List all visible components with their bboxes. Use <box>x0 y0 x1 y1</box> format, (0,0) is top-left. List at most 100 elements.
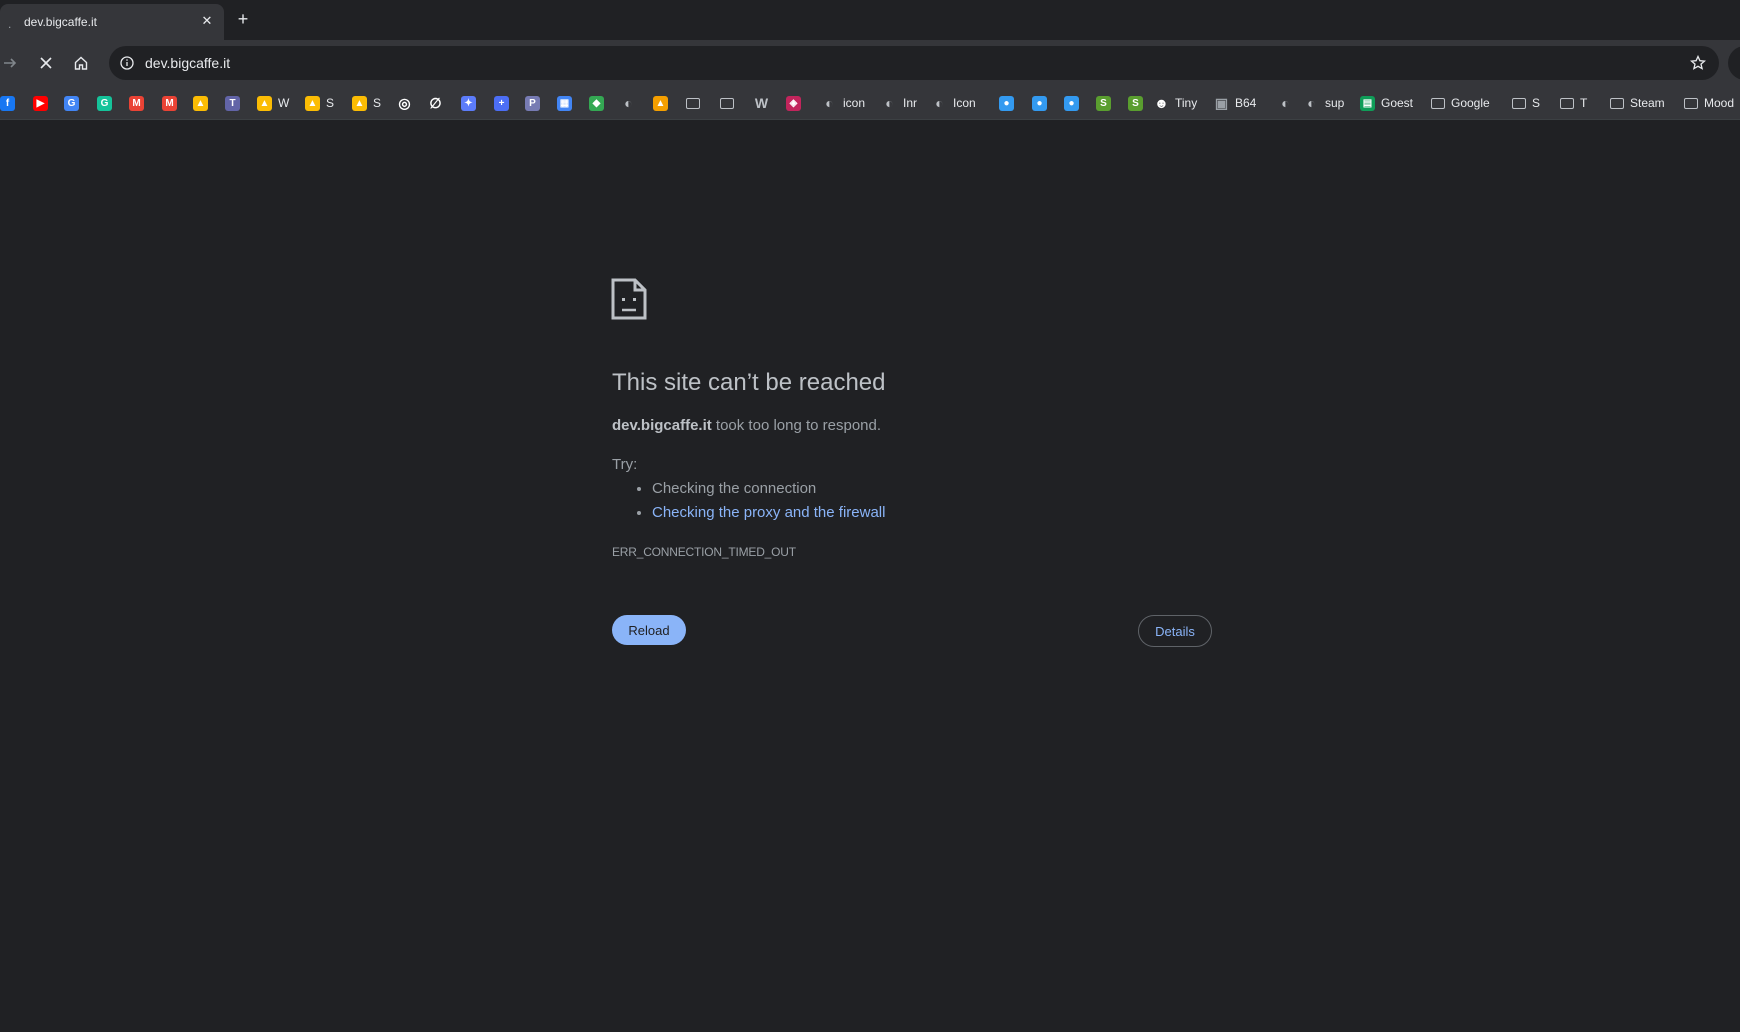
tool-icon: ✦ <box>461 95 476 111</box>
bookmark-item[interactable]: ▦ <box>557 94 572 112</box>
bookmark-label: icon <box>843 96 866 110</box>
address-bar[interactable]: dev.bigcaffe.it <box>109 46 1719 80</box>
profile-avatar[interactable] <box>1728 46 1740 80</box>
bookmark-item[interactable]: ◈ <box>786 94 801 112</box>
reload-button[interactable]: Reload <box>612 615 686 645</box>
bookmark-item[interactable]: ▲ S <box>352 94 381 112</box>
url-text[interactable]: dev.bigcaffe.it <box>145 55 230 71</box>
bookmark-item[interactable]: ◐ <box>1278 94 1293 112</box>
bookmark-label: S <box>326 96 335 110</box>
bookmark-item[interactable]: S <box>1128 94 1143 112</box>
globe-icon: ◐ <box>1307 95 1316 111</box>
error-description: dev.bigcaffe.it took too long to respond… <box>612 417 881 434</box>
bookmark-item[interactable]: ◆ <box>589 94 604 112</box>
bookmark-item[interactable]: ▶ <box>33 94 48 112</box>
bookmark-label: sup <box>1325 96 1345 110</box>
bookmark-item[interactable]: ◐ <box>621 94 636 112</box>
bookmark-item[interactable] <box>720 94 734 112</box>
bookmark-item[interactable]: ▲ <box>193 94 208 112</box>
pill-icon: ● <box>1064 95 1079 111</box>
bookmark-item[interactable]: ▲ <box>653 94 668 112</box>
tab-loading-indicator: . <box>8 17 12 31</box>
wordpress-icon: W <box>754 95 769 111</box>
facebook-icon: f <box>0 95 15 111</box>
sheets-icon: ▤ <box>1360 95 1375 111</box>
bookmark-label: B64 <box>1235 96 1257 110</box>
bookmark-item[interactable]: ▣ B64 <box>1214 94 1256 112</box>
suggestion-item: Checking the proxy and the firewall <box>652 501 885 525</box>
bookmark-item[interactable]: T <box>1560 94 1587 112</box>
bookmark-item[interactable]: ☻ Tiny <box>1154 94 1197 112</box>
error-code: ERR_CONNECTION_TIMED_OUT <box>612 545 796 559</box>
bookmark-item[interactable]: ◐ icon <box>822 94 865 112</box>
stop-button[interactable] <box>32 49 60 77</box>
bookmark-item[interactable]: S <box>1512 94 1540 112</box>
bookmark-item[interactable] <box>686 94 700 112</box>
pill-icon: ● <box>1032 95 1047 111</box>
home-button[interactable] <box>67 49 95 77</box>
tiny-icon: ☻ <box>1154 95 1169 111</box>
home-icon <box>74 56 88 70</box>
triangle-logo-icon: ▲ <box>653 95 668 111</box>
bookmark-item[interactable]: S <box>1096 94 1111 112</box>
bookmark-item[interactable]: G <box>97 94 112 112</box>
google-drive-icon: ▲ <box>193 95 208 111</box>
bookmark-item[interactable]: ▲ W <box>257 94 289 112</box>
maps-pin-icon: ◆ <box>589 95 604 111</box>
bookmark-item[interactable]: ▤ Goest <box>1360 94 1413 112</box>
bookmark-item[interactable]: ◎ <box>397 94 412 112</box>
info-icon[interactable] <box>117 53 137 73</box>
gmail-icon: M <box>129 95 144 111</box>
bookmark-item[interactable]: ● <box>1064 94 1079 112</box>
folder-icon <box>1431 97 1445 109</box>
bookmark-item[interactable]: ● <box>999 94 1014 112</box>
bookmark-label: Goest <box>1381 96 1414 110</box>
bookmark-item[interactable]: ◐ Icon <box>932 94 976 112</box>
bookmark-item[interactable]: Mood <box>1684 94 1734 112</box>
bookmark-item[interactable]: ● <box>1032 94 1047 112</box>
bookmark-item[interactable]: G <box>64 94 79 112</box>
google-translate-icon: G <box>64 95 79 111</box>
bookmark-item[interactable]: M <box>129 94 144 112</box>
bookmark-item[interactable]: M <box>162 94 177 112</box>
php-icon: P <box>525 95 540 111</box>
image-icon: ▣ <box>1214 94 1229 111</box>
bookmarks-bar: f ▶ G G M M ▲ T ▲ W ▲ S ▲ S ◎ ∅ ✦ + P ▦ ◆ ◐ ▲ W ◈ ◐ icon ◐ Inr ◐ Icon ●… <box>0 86 1740 120</box>
bookmark-item[interactable]: W <box>754 94 769 112</box>
bookmark-label: T <box>1580 96 1588 110</box>
browser-tab[interactable]: . dev.bigcaffe.it ✕ <box>0 4 224 40</box>
bookmark-item[interactable]: P <box>525 94 540 112</box>
bookmark-item[interactable]: ▲ S <box>305 94 334 112</box>
folder-icon <box>720 97 734 109</box>
bookmark-label: Icon <box>953 96 976 110</box>
bookmark-item[interactable]: f <box>0 94 15 112</box>
proxy-firewall-link[interactable]: Checking the proxy and the firewall <box>652 504 885 521</box>
details-button[interactable]: Details <box>1138 615 1212 647</box>
globe-icon: ◐ <box>825 95 834 111</box>
google-drive-icon: ▲ <box>257 95 272 111</box>
bookmark-item[interactable]: + <box>494 94 509 112</box>
teams-icon: T <box>225 95 240 111</box>
bookmark-item[interactable]: Google <box>1431 94 1490 112</box>
pill-icon: ● <box>999 95 1014 111</box>
try-label: Try: <box>612 456 638 473</box>
bookmark-item[interactable]: ✦ <box>461 94 476 112</box>
bookmark-item[interactable]: ∅ <box>428 94 443 112</box>
tab-close-icon[interactable]: ✕ <box>197 11 217 31</box>
forward-button[interactable] <box>0 49 24 77</box>
bookmark-label: Inr <box>903 96 918 110</box>
shopify-icon: S <box>1096 95 1111 111</box>
bookmark-item[interactable]: Steam <box>1610 94 1665 112</box>
bookmark-item[interactable]: ◐ Inr <box>882 94 917 112</box>
bookmark-item[interactable]: ◐ sup <box>1304 94 1344 112</box>
folder-icon <box>1610 97 1624 109</box>
stop-x-icon <box>40 57 52 69</box>
bookmark-label: Google <box>1451 96 1490 110</box>
new-tab-icon[interactable]: + <box>233 9 253 29</box>
bookmark-item[interactable]: T <box>225 94 240 112</box>
youtube-icon: ▶ <box>33 95 48 111</box>
globe-icon: ◐ <box>624 95 633 111</box>
globe-icon: ◐ <box>935 95 944 111</box>
star-icon[interactable] <box>1687 52 1709 74</box>
apps-grid-icon: ▦ <box>557 95 572 111</box>
